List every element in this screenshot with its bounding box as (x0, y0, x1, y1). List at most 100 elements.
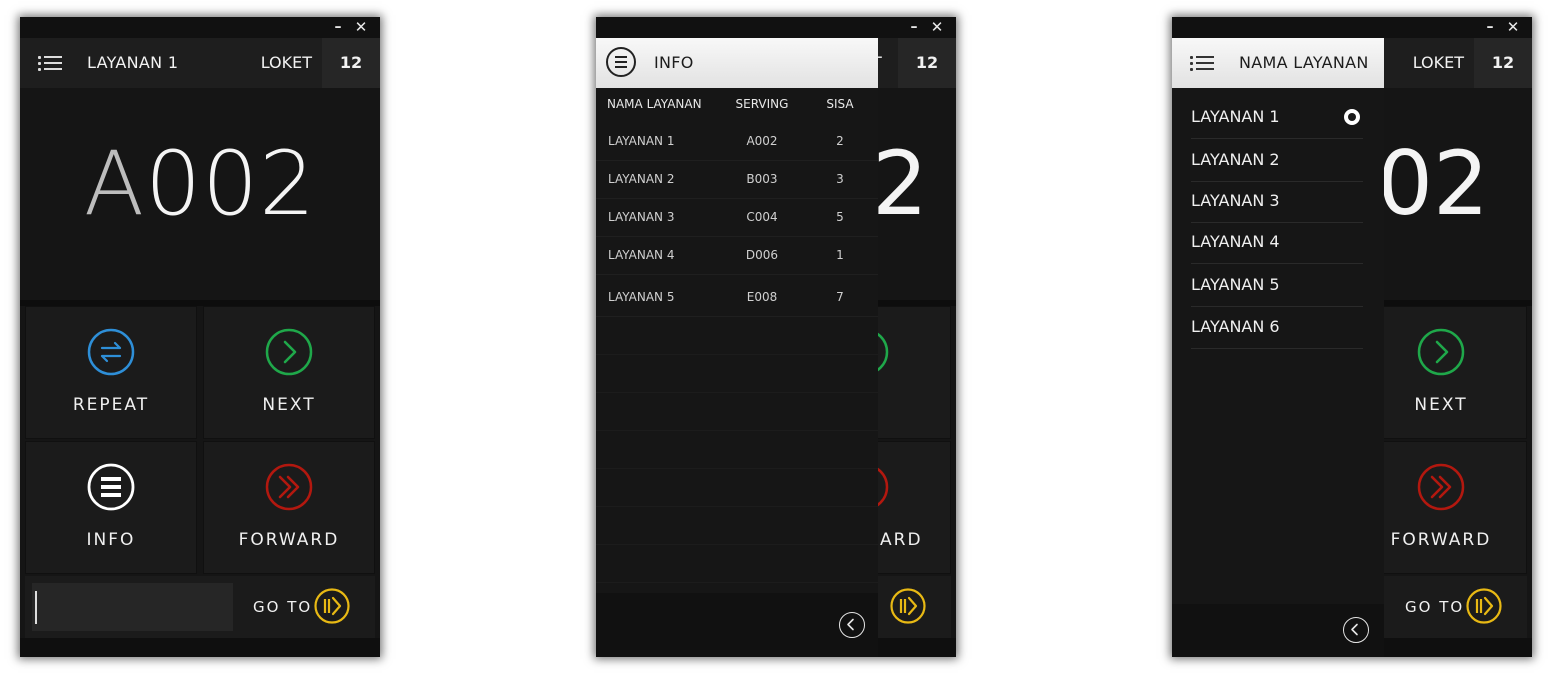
close-button[interactable]: ✕ (1505, 18, 1521, 36)
info-panel-title: INFO (654, 53, 694, 72)
menu-circle-icon (87, 463, 135, 511)
goto-label: GO TO (253, 598, 313, 616)
list-item-layanan-3[interactable]: LAYANAN 3 (1191, 180, 1363, 223)
menu-button[interactable] (20, 38, 82, 88)
column-header-sisa: SISA (826, 97, 854, 111)
list-menu-icon[interactable] (1190, 54, 1216, 72)
ticket-number: A002 (20, 132, 380, 235)
empty-row-line (596, 430, 878, 431)
column-header-name: NAMA LAYANAN (607, 97, 702, 111)
title-bar: – ✕ (20, 17, 380, 38)
service-panel-title: NAMA LAYANAN (1239, 53, 1369, 72)
skip-forward-circle-icon[interactable] (1466, 588, 1502, 624)
next-label: NEXT (262, 395, 316, 415)
title-bar: – ✕ (1172, 17, 1532, 38)
skip-forward-circle-icon[interactable] (890, 588, 926, 624)
bottom-strip (20, 638, 380, 657)
ticket-fragment: 02 (1377, 132, 1489, 235)
service-panel: NAMA LAYANAN LAYANAN 1 LAYANAN 2 LAYANAN… (1172, 38, 1384, 657)
list-item-label: LAYANAN 1 (1191, 107, 1280, 126)
chevron-right-circle-icon (1417, 328, 1465, 376)
ticket-prefix: A (83, 132, 146, 235)
loket-number: 12 (1474, 38, 1532, 88)
row-sisa: 1 (836, 248, 844, 262)
selected-radio-icon (1344, 109, 1360, 125)
row-name: LAYANAN 1 (608, 134, 675, 148)
list-item-label: LAYANAN 3 (1191, 191, 1280, 210)
info-panel: INFO NAMA LAYANAN SERVING SISA LAYANAN 1… (596, 38, 878, 657)
row-name: LAYANAN 3 (608, 210, 675, 224)
ticket-display: A002 (20, 88, 380, 300)
table-row[interactable]: LAYANAN 1 A002 2 (596, 122, 878, 161)
repeat-label: REPEAT (72, 395, 150, 415)
info-button[interactable]: INFO (25, 441, 197, 574)
minimize-button[interactable]: – (906, 18, 922, 36)
minimize-button[interactable]: – (1482, 18, 1498, 36)
repeat-arrows-icon (87, 328, 135, 376)
table-row[interactable]: LAYANAN 3 C004 5 (596, 198, 878, 237)
close-button[interactable]: ✕ (929, 18, 945, 36)
service-panel-footer (1172, 604, 1384, 657)
row-serving: A002 (746, 134, 778, 148)
list-item-label: LAYANAN 2 (1191, 150, 1280, 169)
info-panel-header: INFO (596, 38, 878, 88)
menu-circle-icon[interactable] (606, 47, 636, 77)
empty-row-line (596, 582, 878, 583)
table-row[interactable]: LAYANAN 2 B003 3 (596, 160, 878, 199)
service-panel-header: NAMA LAYANAN (1172, 38, 1384, 88)
list-item-layanan-2[interactable]: LAYANAN 2 (1191, 139, 1363, 182)
row-sisa: 3 (836, 172, 844, 186)
table-row[interactable]: LAYANAN 4 D006 1 (596, 236, 878, 275)
list-item-label: LAYANAN 6 (1191, 317, 1280, 336)
row-name: LAYANAN 5 (608, 290, 675, 304)
row-serving: E008 (746, 290, 778, 304)
loket-number: 12 (898, 38, 956, 88)
double-chevron-circle-icon (1417, 463, 1465, 511)
empty-row-line (596, 392, 878, 393)
ticket-fragment: 2 (872, 132, 928, 235)
loket-number: 12 (322, 38, 380, 88)
header-bar: LAYANAN 1 LOKET 12 (20, 38, 380, 88)
row-serving: C004 (746, 210, 778, 224)
list-item-layanan-4[interactable]: LAYANAN 4 (1191, 221, 1363, 264)
row-serving: D006 (745, 248, 779, 262)
action-grid: REPEAT NEXT INFO FORWARD (20, 306, 380, 576)
info-window: – ✕ T 12 2 T ARD (596, 17, 956, 657)
goto-label: GO TO (1405, 598, 1465, 616)
title-bar: – ✕ (596, 17, 956, 38)
empty-row-line (596, 354, 878, 355)
ticket-digits: 002 (145, 132, 317, 235)
row-name: LAYANAN 4 (608, 248, 675, 262)
table-row[interactable]: LAYANAN 5 E008 7 (596, 278, 878, 317)
row-name: LAYANAN 2 (608, 172, 675, 186)
info-panel-footer (596, 593, 878, 657)
chevron-left-circle-icon (1351, 623, 1358, 636)
row-sisa: 5 (836, 210, 844, 224)
list-item-label: LAYANAN 5 (1191, 275, 1280, 294)
service-title: LAYANAN 1 (87, 53, 179, 72)
close-button[interactable]: ✕ (353, 18, 369, 36)
chevron-left-circle-icon (847, 618, 854, 631)
double-chevron-circle-icon (265, 463, 313, 511)
list-item-layanan-5[interactable]: LAYANAN 5 (1191, 264, 1363, 307)
forward-button[interactable]: FORWARD (203, 441, 375, 574)
list-item-layanan-6[interactable]: LAYANAN 6 (1191, 306, 1363, 349)
row-sisa: 2 (836, 134, 844, 148)
chevron-right-circle-icon (265, 328, 313, 376)
table-header: NAMA LAYANAN SERVING SISA (596, 88, 878, 120)
text-cursor (35, 591, 37, 624)
back-button[interactable] (839, 612, 865, 638)
list-item-layanan-1[interactable]: LAYANAN 1 (1191, 96, 1363, 139)
skip-forward-circle-icon[interactable] (314, 588, 350, 624)
repeat-button[interactable]: REPEAT (25, 306, 197, 439)
minimize-button[interactable]: – (330, 18, 346, 36)
next-button[interactable]: NEXT (203, 306, 375, 439)
loket-label: LOKET (260, 53, 312, 72)
forward-label-fragment: ARD (880, 530, 923, 550)
empty-row-line (596, 544, 878, 545)
goto-input[interactable] (32, 583, 233, 631)
info-label: INFO (86, 530, 136, 550)
empty-row-line (596, 468, 878, 469)
empty-row-line (596, 506, 878, 507)
back-button[interactable] (1343, 617, 1369, 643)
